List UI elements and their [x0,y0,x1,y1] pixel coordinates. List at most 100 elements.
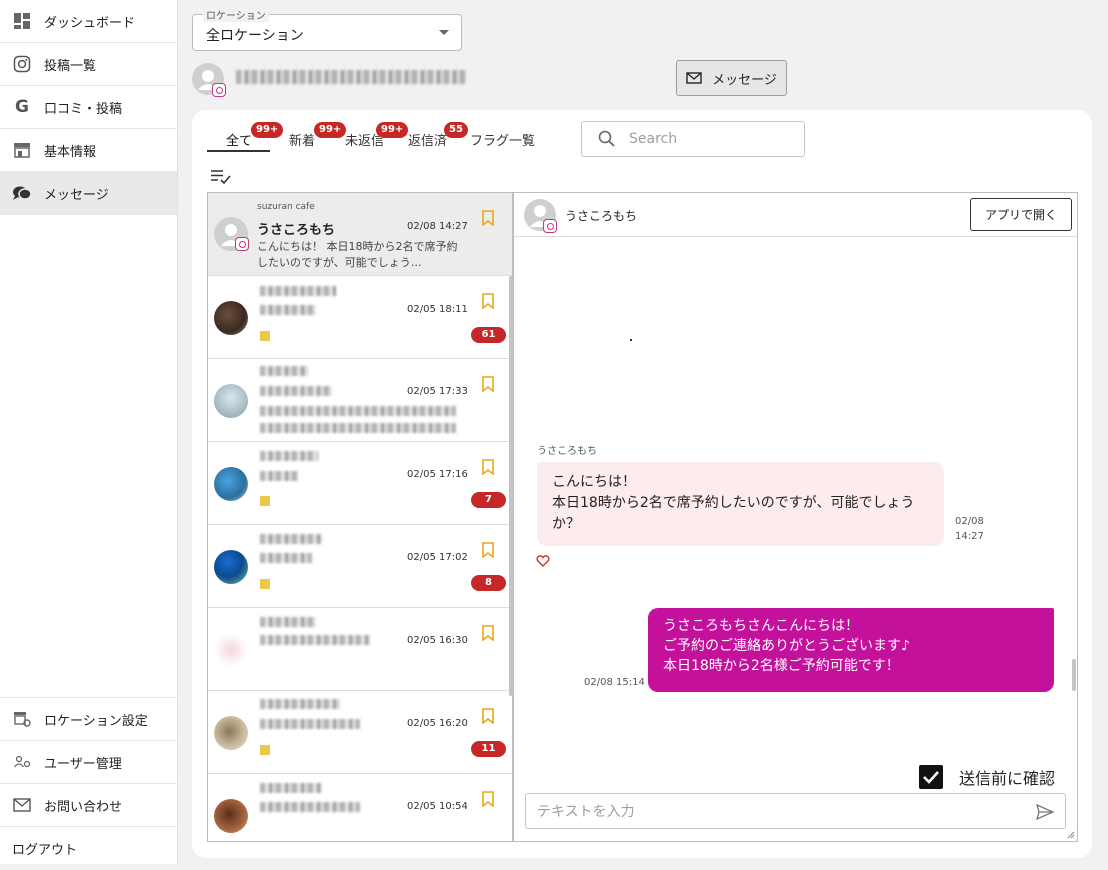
main-area: ロケーション 全ロケーション メッセージ 全て 99+ 新着 99+ 未返信 9… [178,0,1108,864]
redacted-text [260,423,456,433]
sidebar-item-messages[interactable]: メッセージ [0,172,177,215]
heart-icon[interactable] [536,555,550,567]
search-icon [598,130,615,147]
open-in-app-button[interactable]: アプリで開く [970,198,1072,231]
bookmark-icon[interactable] [481,376,495,392]
redacted-text [260,286,336,296]
message-input-placeholder: テキストを入力 [537,804,635,820]
bookmark-icon[interactable] [481,791,495,807]
conversation-list: suzuran cafe うさころもち 02/08 14:27 こんにちは！ 本… [207,192,513,842]
sidebar-item-dashboard[interactable]: ダッシュボード [0,0,177,43]
outgoing-message-text: うさころもちさんこんにちは！ ご予約のご連絡ありがとうございます♪ 本日18時か… [663,618,910,674]
chat-bubbles-icon [12,183,32,203]
redacted-text [260,635,370,645]
conversation-time: 02/05 18:11 [407,304,468,315]
unread-count-badge: 7 [471,492,506,508]
tab-flagged[interactable]: フラグ一覧 [470,130,535,149]
caret-down-icon [439,30,449,35]
tab-label: 返信済 [408,134,448,149]
filter-check-icon[interactable] [210,168,232,184]
avatar [214,467,248,501]
location-select[interactable]: ロケーション 全ロケーション [192,7,462,51]
sidebar-item-label: 口コミ・投稿 [44,101,123,117]
conversation-time: 02/05 10:54 [407,801,468,812]
tab-label: 全て [226,134,253,149]
chat-header: うさころもち アプリで開く [514,193,1077,237]
conversation-name: うさころもち [257,223,336,238]
bookmark-icon[interactable] [481,625,495,641]
conversation-item[interactable]: 02/05 10:54 [208,774,512,841]
instagram-icon [543,219,557,233]
conversation-item[interactable]: 02/05 18:11 61 [208,276,512,359]
conversation-preview: こんにちは！ 本日18時から2名で席予約したいのですが、可能でしょう… [257,240,458,269]
avatar [214,384,248,418]
message-button[interactable]: メッセージ [676,60,787,96]
conversation-time: 02/08 14:27 [407,221,468,232]
avatar [214,217,249,251]
store-icon [12,140,32,160]
outgoing-time: 02/08 15:14 [584,677,645,688]
sidebar-item-contact[interactable]: お問い合わせ [0,784,178,827]
sidebar-item-reviews[interactable]: G 口コミ・投稿 [0,86,177,129]
confirm-before-send-checkbox[interactable] [919,765,943,789]
tab-all[interactable]: 全て [226,130,252,149]
search-input[interactable]: Search [581,121,805,157]
message-input[interactable]: テキストを入力 [525,793,1066,829]
sidebar-item-location-settings[interactable]: ロケーション設定 [0,698,178,741]
users-gear-icon [12,752,32,772]
conversation-item[interactable]: 02/05 16:20 11 [208,691,512,774]
incoming-message: こんにちは！ 本日18時から2名で席予約したいのですが、可能でしょうか？ [537,462,944,546]
sidebar-item-posts[interactable]: 投稿一覧 [0,43,177,86]
redacted-text [260,719,360,729]
tab-new-badge: 99+ [314,122,347,138]
redacted-text [260,534,322,544]
store-gear-icon [12,709,32,729]
send-icon[interactable] [1036,804,1054,820]
confirm-before-send-label: 送信前に確認 [959,769,1056,788]
conversation-time: 02/05 16:30 [407,635,468,646]
bookmark-icon[interactable] [481,459,495,475]
location-select-value: 全ロケーション [206,28,304,44]
redacted-text [260,802,360,812]
conversation-item[interactable]: 02/05 16:30 [208,608,512,691]
bookmark-icon[interactable] [481,542,495,558]
tab-new[interactable]: 新着 [289,130,315,149]
redacted-text [260,366,308,376]
avatar [214,301,248,335]
sidebar-item-label: 投稿一覧 [44,58,97,74]
sidebar-item-label: メッセージ [44,187,109,203]
conversation-item-selected[interactable]: suzuran cafe うさころもち 02/08 14:27 こんにちは！ 本… [208,193,512,276]
incoming-time: 14:27 [955,531,984,542]
sidebar-item-label: ロケーション設定 [44,713,148,729]
tab-replied-badge: 55 [444,122,468,138]
chat-avatar [524,199,557,233]
sidebar-item-label: ユーザー管理 [44,756,122,772]
sidebar-item-user-management[interactable]: ユーザー管理 [0,741,178,784]
chat-scrollbar[interactable] [1072,659,1076,691]
sidebar-item-basic-info[interactable]: 基本情報 [0,129,177,172]
flag-marker [260,331,270,341]
outgoing-message: うさころもちさんこんにちは！ ご予約のご連絡ありがとうございます♪ 本日18時か… [648,608,1054,692]
flag-marker [260,579,270,589]
incoming-message-text: こんにちは！ 本日18時から2名で席予約したいのですが、可能でしょうか？ [552,474,915,532]
conversation-item[interactable]: 02/05 17:16 7 [208,442,512,525]
bookmark-icon[interactable] [481,293,495,309]
bookmark-icon[interactable] [481,708,495,724]
conversation-item[interactable]: 02/05 17:33 [208,359,512,442]
tab-unreplied-badge: 99+ [376,122,409,138]
redacted-text [260,783,322,793]
incoming-sender: うさころもち [537,446,597,457]
conversation-item[interactable]: 02/05 17:02 8 [208,525,512,608]
tab-all-badge: 99+ [251,122,284,138]
resize-handle-icon[interactable] [1067,831,1075,839]
sidebar: ダッシュボード 投稿一覧 G 口コミ・投稿 基本情報 メッセージ ロケーション設… [0,0,178,864]
open-in-app-label: アプリで開く [984,208,1057,222]
conversation-time: 02/05 16:20 [407,718,468,729]
tab-label: フラグ一覧 [470,134,536,149]
redacted-text [260,451,318,461]
redacted-text [260,617,316,627]
flag-marker [260,745,270,755]
tab-replied[interactable]: 返信済 [408,130,447,149]
avatar [214,716,248,750]
bookmark-icon[interactable] [481,210,495,226]
